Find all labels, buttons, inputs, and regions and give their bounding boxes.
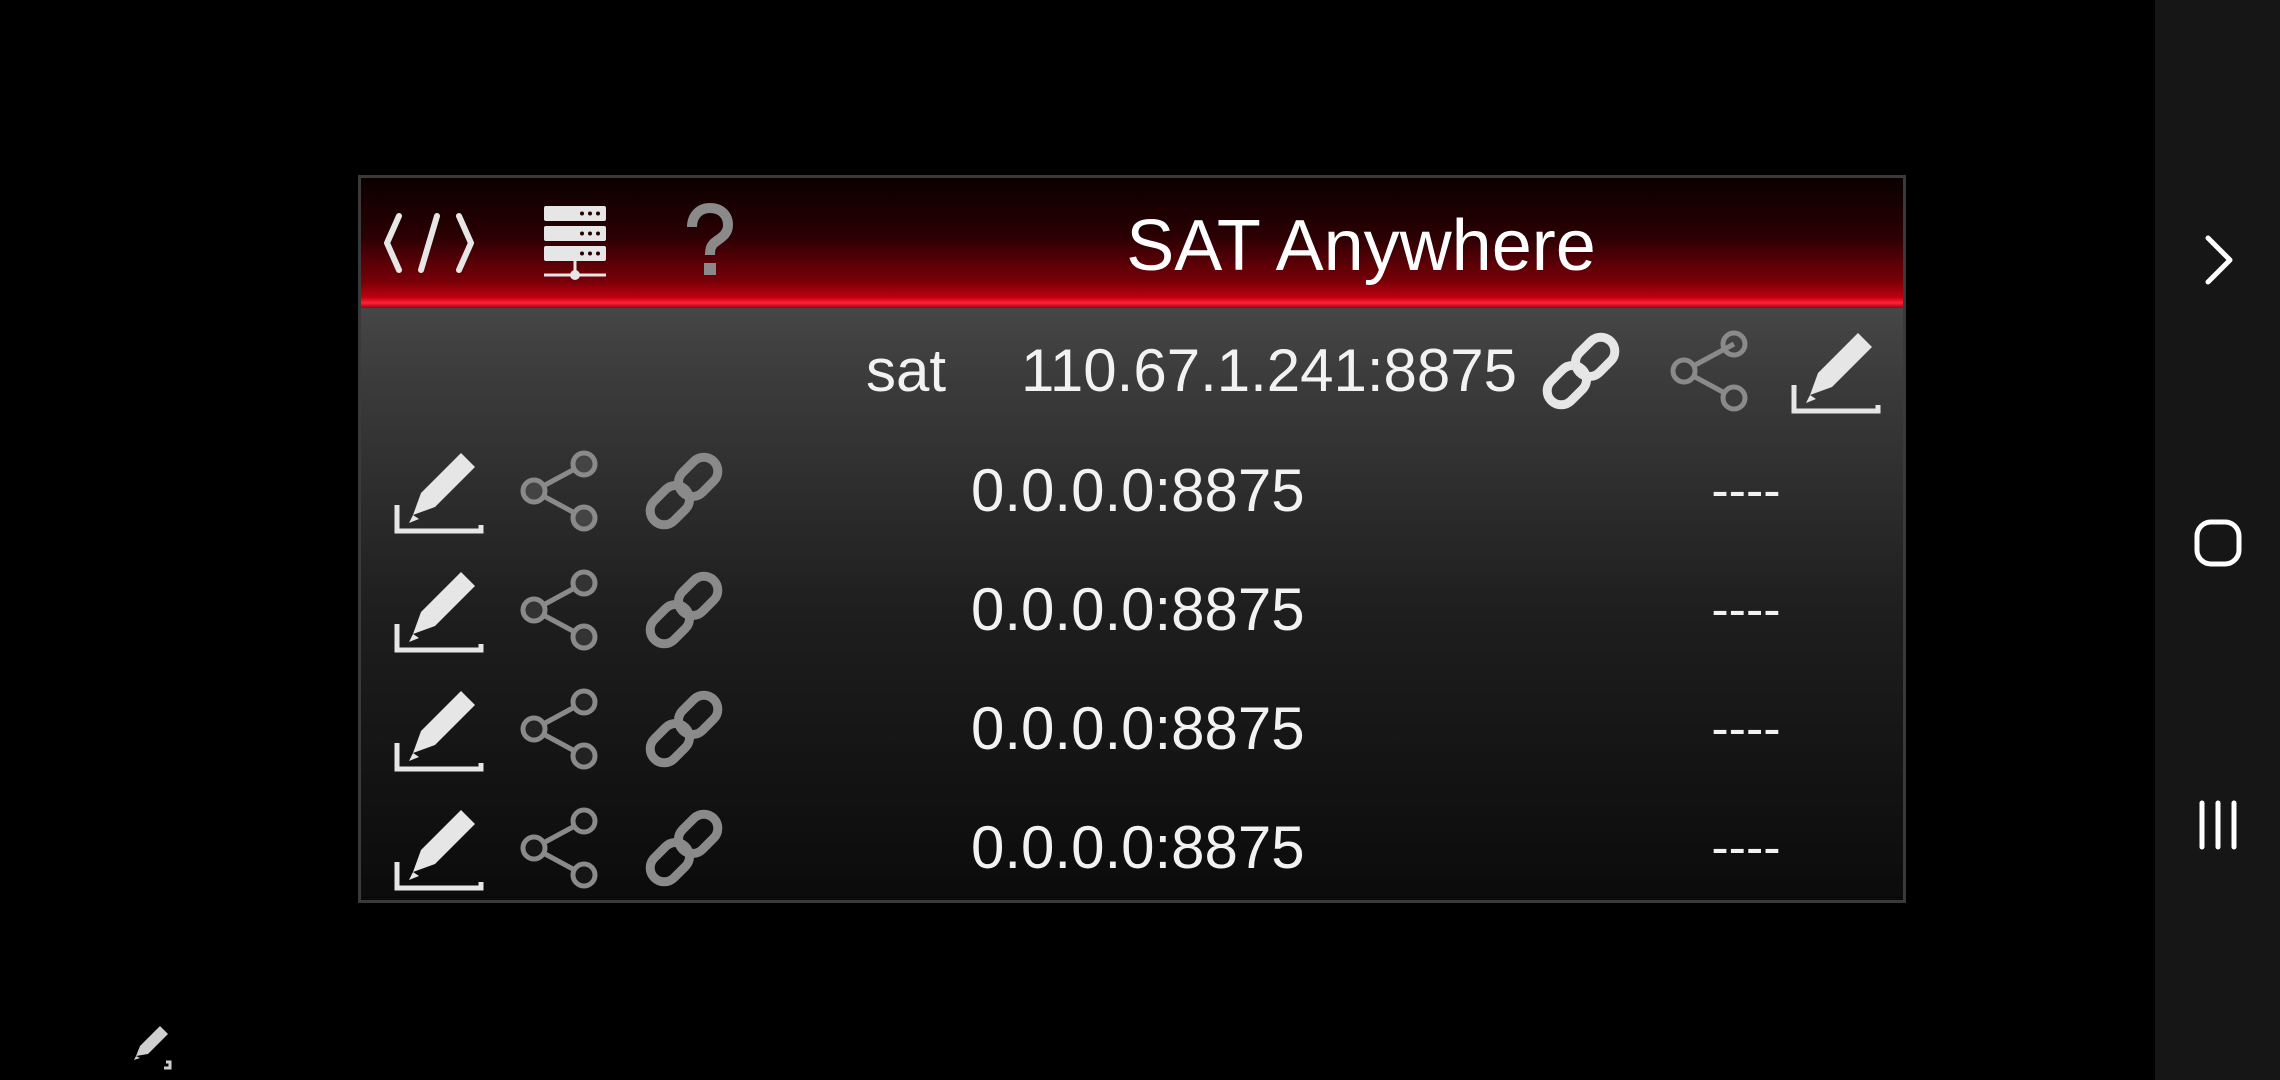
title-bar: SAT Anywhere [361, 178, 1903, 308]
server-row[interactable]: 0.0.0.0:8875 ---- [361, 670, 1903, 788]
recents-icon[interactable] [2155, 765, 2280, 885]
share-icon[interactable] [511, 441, 611, 541]
share-icon[interactable] [511, 679, 611, 779]
code-icon[interactable] [379, 200, 479, 286]
server-row[interactable]: 0.0.0.0:8875 ---- [361, 551, 1903, 669]
navigation-bar [2155, 0, 2280, 1080]
app-title: SAT Anywhere [1126, 206, 1596, 286]
link-icon[interactable] [634, 560, 734, 660]
home-icon[interactable] [2155, 483, 2280, 603]
screen: SAT Anywhere sat 110.67.1.241:8875 0.0.0… [0, 0, 2280, 1080]
server-address: 110.67.1.241:8875 [1021, 337, 1518, 404]
link-icon[interactable] [634, 679, 734, 779]
server-row[interactable]: 0.0.0.0:8875 ---- [361, 432, 1903, 550]
server-icon[interactable] [525, 200, 625, 286]
edit-icon[interactable] [389, 798, 489, 898]
chevron-right-icon[interactable] [2155, 200, 2280, 320]
share-icon[interactable] [511, 798, 611, 898]
edit-icon[interactable] [389, 441, 489, 541]
server-address: 0.0.0.0:8875 [971, 695, 1305, 762]
connection-status: ---- [1711, 819, 1781, 877]
edit-icon[interactable] [1786, 321, 1886, 421]
server-list-dialog: SAT Anywhere sat 110.67.1.241:8875 0.0.0… [358, 175, 1906, 903]
connection-status: ---- [1711, 462, 1781, 520]
share-icon[interactable] [511, 560, 611, 660]
active-server-row[interactable]: sat 110.67.1.241:8875 [361, 312, 1903, 430]
share-icon[interactable] [1661, 321, 1761, 421]
edit-icon[interactable] [389, 560, 489, 660]
floating-edit-icon[interactable] [126, 1018, 176, 1070]
server-row[interactable]: 0.0.0.0:8875 ---- [361, 789, 1903, 900]
help-icon[interactable] [659, 200, 759, 286]
server-address: 0.0.0.0:8875 [971, 814, 1305, 881]
server-name: sat [866, 337, 947, 404]
link-icon[interactable] [1531, 321, 1631, 421]
edit-icon[interactable] [389, 679, 489, 779]
connection-status: ---- [1711, 700, 1781, 758]
link-icon[interactable] [634, 441, 734, 541]
link-icon[interactable] [634, 798, 734, 898]
server-address: 0.0.0.0:8875 [971, 576, 1305, 643]
server-address: 0.0.0.0:8875 [971, 457, 1305, 524]
connection-status: ---- [1711, 581, 1781, 639]
